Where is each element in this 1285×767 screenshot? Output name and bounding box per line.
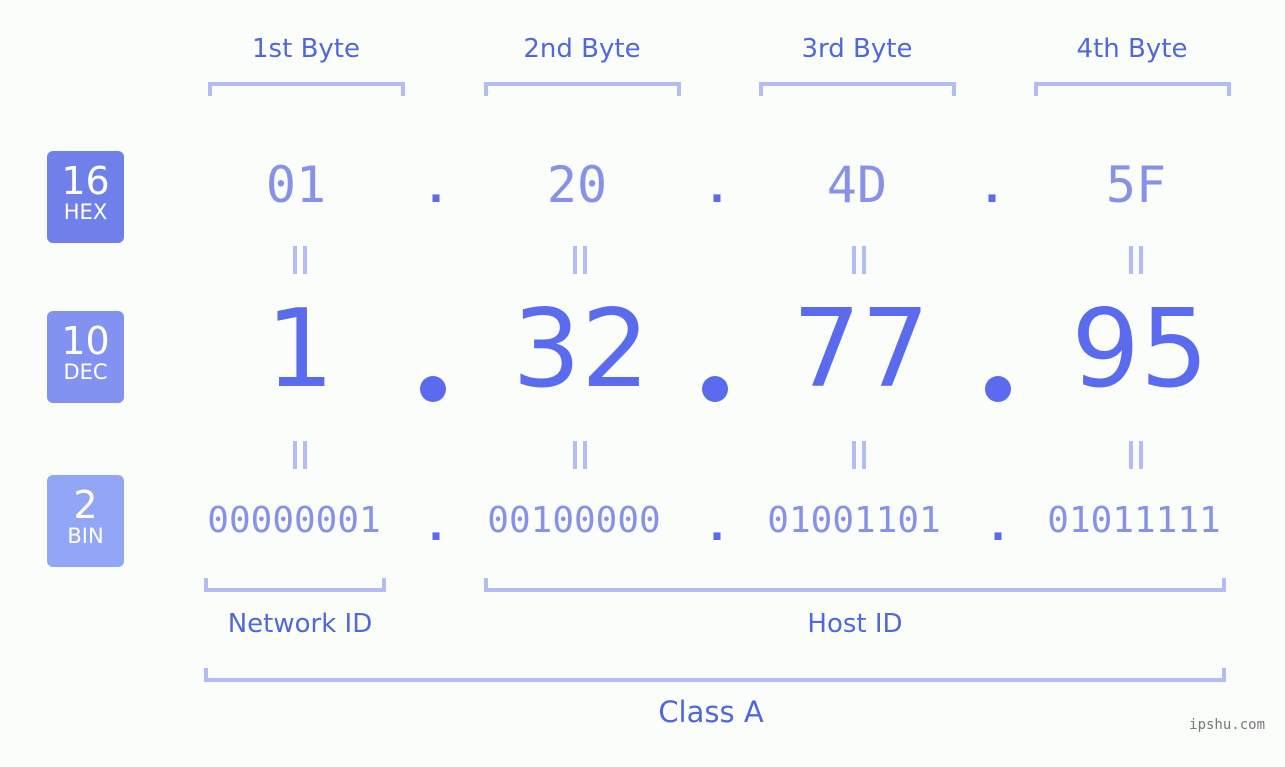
byte-bracket-2: [484, 82, 681, 96]
dec-badge: 10 DEC: [47, 311, 124, 403]
host-id-bracket: [484, 578, 1226, 592]
equals-marker: [844, 441, 874, 477]
watermark: ipshu.com: [1189, 717, 1265, 733]
byte-bracket-1: [208, 82, 405, 96]
dec-value-3: 77: [792, 287, 930, 412]
bin-value-3: 01001101: [767, 500, 941, 541]
dec-base-number: 10: [61, 319, 110, 363]
byte-label-4: 4th Byte: [1076, 34, 1188, 64]
equals-marker: [285, 441, 315, 477]
bin-badge: 2 BIN: [47, 475, 124, 567]
equals-marker: [844, 246, 874, 282]
bin-base-label: BIN: [67, 524, 104, 548]
bin-separator-1: .: [428, 504, 444, 550]
hex-badge: 16 HEX: [47, 151, 124, 243]
equals-marker: [1121, 246, 1151, 282]
bin-value-2: 00100000: [487, 500, 661, 541]
dec-separator-1: [420, 376, 446, 402]
host-id-label: Host ID: [807, 609, 903, 639]
hex-base-label: HEX: [63, 200, 108, 224]
bin-base-number: 2: [73, 483, 98, 527]
equals-marker: [565, 441, 595, 477]
dec-base-label: DEC: [63, 360, 108, 384]
hex-separator-3: .: [984, 166, 1000, 212]
bin-separator-3: .: [990, 504, 1006, 550]
bin-value-1: 00000001: [207, 500, 381, 541]
byte-label-3: 3rd Byte: [801, 34, 913, 64]
class-bracket: [204, 668, 1226, 682]
bin-separator-2: .: [709, 504, 725, 550]
dec-separator-2: [702, 376, 728, 402]
byte-label-2: 2nd Byte: [523, 34, 641, 64]
dec-separator-3: [985, 376, 1011, 402]
byte-label-1: 1st Byte: [252, 34, 360, 64]
equals-marker: [285, 246, 315, 282]
hex-value-2: 20: [546, 156, 608, 214]
network-id-bracket: [204, 578, 386, 592]
hex-separator-1: .: [428, 166, 444, 212]
dec-value-1: 1: [265, 287, 335, 412]
hex-separator-2: .: [709, 166, 725, 212]
hex-value-3: 4D: [826, 156, 888, 214]
equals-marker: [565, 246, 595, 282]
hex-base-number: 16: [61, 159, 110, 203]
byte-bracket-3: [759, 82, 956, 96]
bin-value-4: 01011111: [1047, 500, 1221, 541]
dec-value-4: 95: [1071, 287, 1209, 412]
network-id-label: Network ID: [227, 609, 373, 639]
byte-bracket-4: [1034, 82, 1231, 96]
dec-value-2: 32: [512, 287, 650, 412]
hex-value-4: 5F: [1105, 156, 1167, 214]
hex-value-1: 01: [265, 156, 327, 214]
equals-marker: [1121, 441, 1151, 477]
class-label: Class A: [658, 695, 764, 729]
